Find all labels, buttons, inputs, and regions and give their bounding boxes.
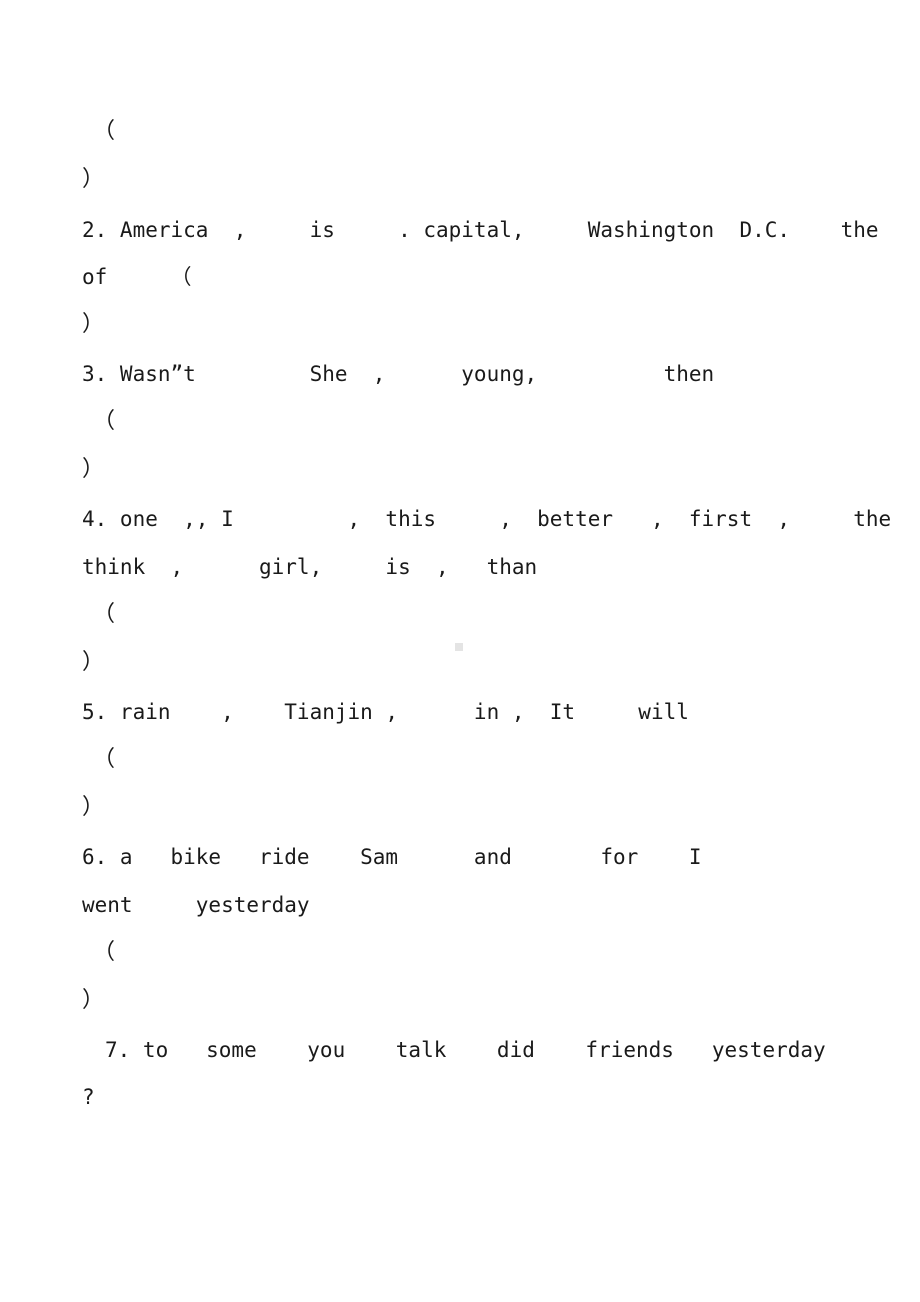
text-line: ? — [82, 1085, 95, 1109]
text-line: 4. one ,, I , this , better , first , th… — [82, 507, 920, 531]
text-line: （ — [93, 119, 116, 144]
text-line: ） — [82, 988, 105, 1013]
text-line: of （ — [82, 265, 192, 289]
text-line: （ — [93, 940, 116, 965]
text-line: 6. a bike ride Sam and for I — [82, 845, 702, 869]
text-line: think , girl, is , than — [82, 555, 538, 579]
text-line: went yesterday — [82, 893, 310, 917]
text-line: 3. Wasn”t She , young, then — [82, 362, 715, 386]
text-line: （ — [93, 409, 116, 434]
text-line: （ — [93, 747, 116, 772]
text-line: 7. to some you talk did friends yesterda… — [105, 1038, 826, 1062]
scan-artifact-square — [455, 643, 463, 651]
text-line: ） — [82, 795, 105, 820]
text-line: 5. rain , Tianjin , in , It will — [82, 700, 689, 724]
text-line: ） — [82, 457, 105, 482]
text-line: （ — [93, 602, 116, 627]
text-line: ） — [82, 650, 105, 675]
text-line: ） — [82, 312, 105, 337]
document-page: （ ） 2. America , is . capital, Washingto… — [0, 0, 920, 1302]
text-line: 2. America , is . capital, Washington D.… — [82, 218, 879, 242]
text-line: ） — [82, 167, 105, 192]
